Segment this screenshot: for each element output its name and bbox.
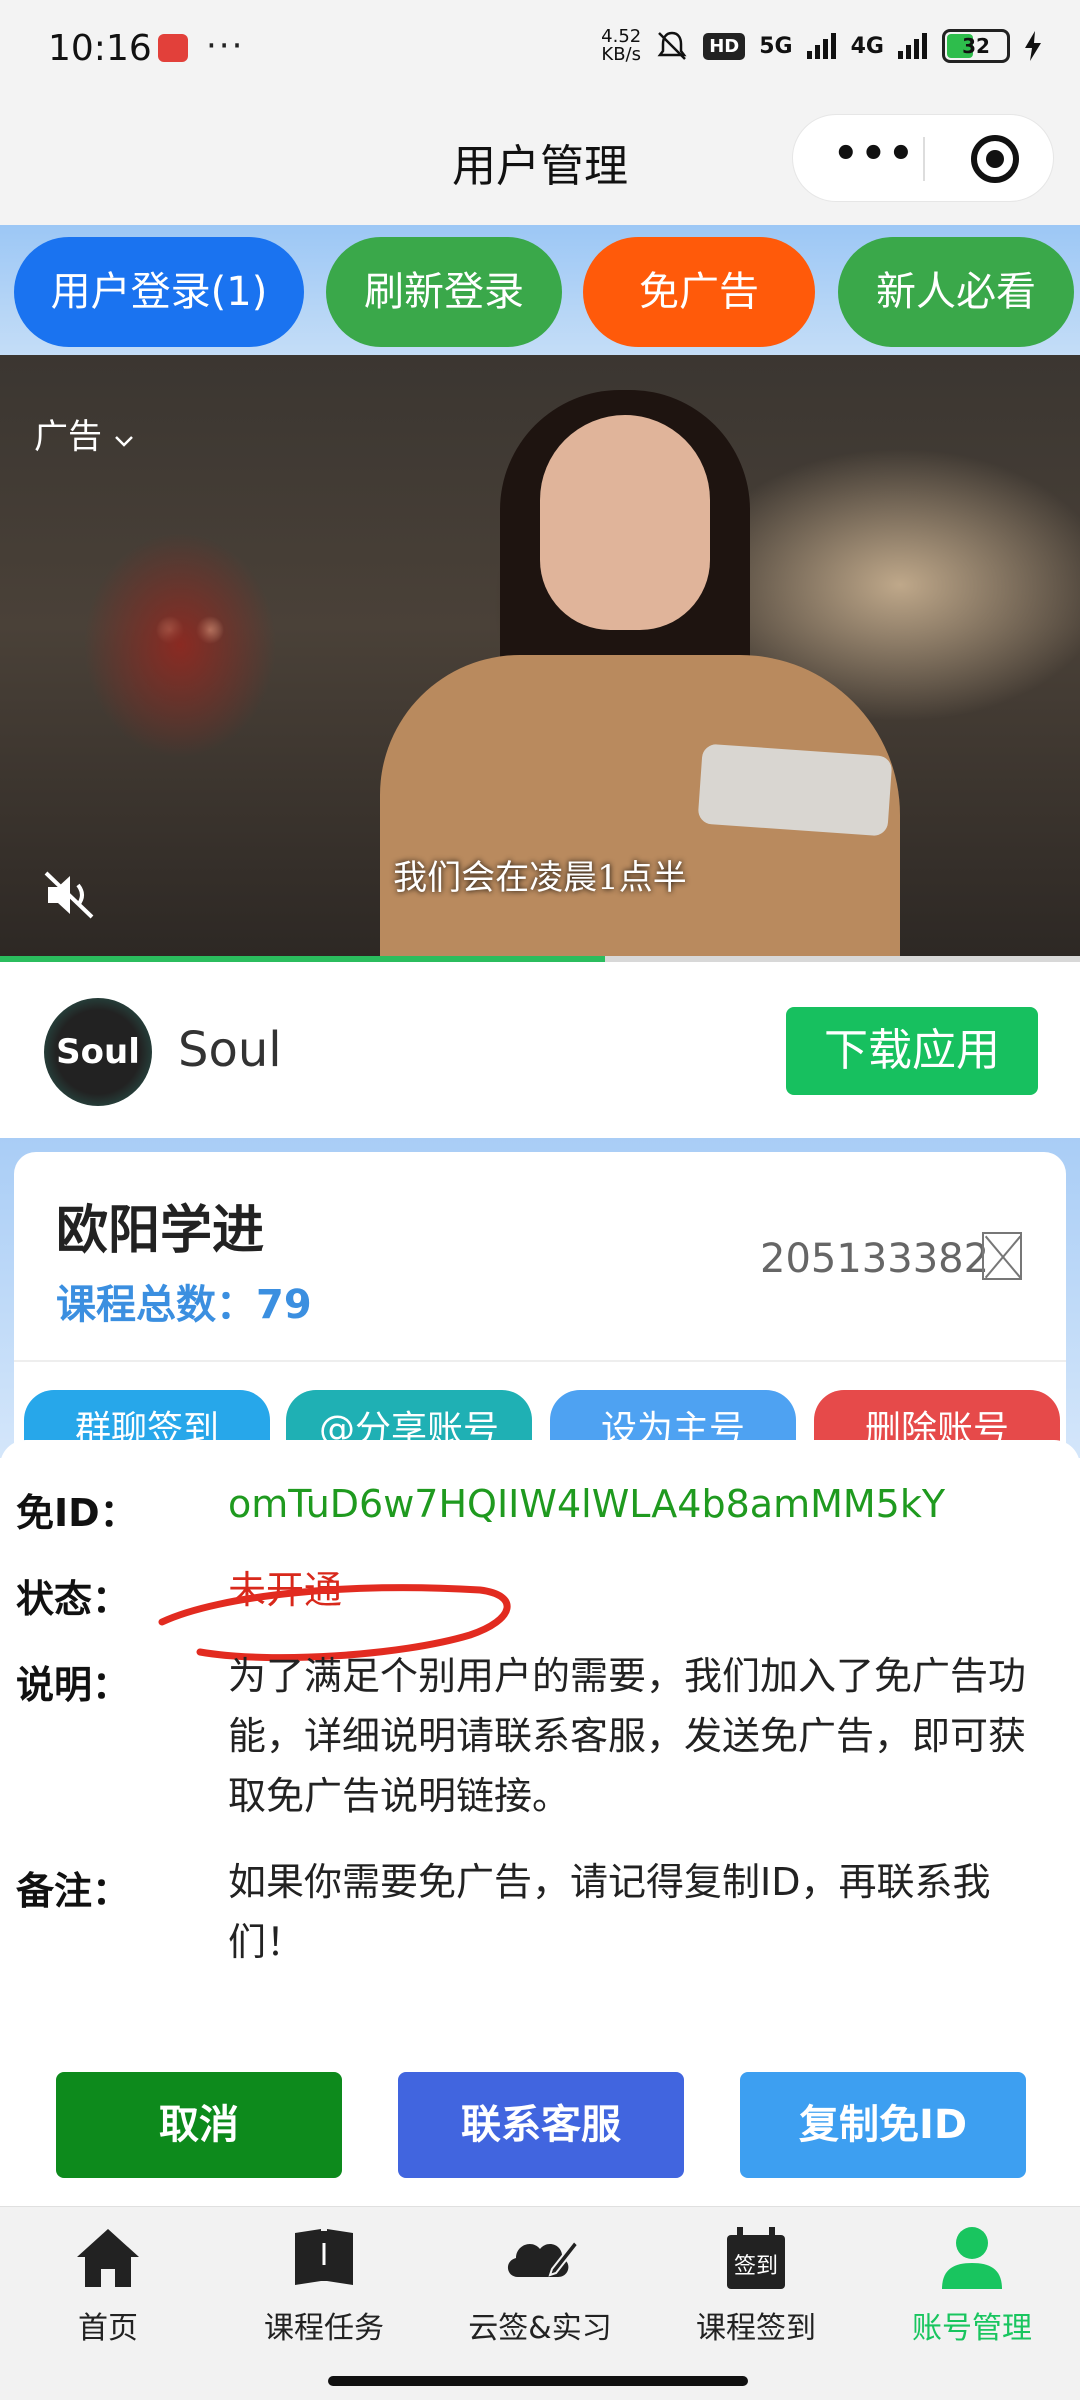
- notification-app-icon: [158, 34, 188, 62]
- status-label: 状态：: [16, 1577, 131, 1621]
- video-figure-face: [540, 415, 710, 630]
- tab-course-checkin[interactable]: 签到 课程签到: [656, 2225, 856, 2347]
- user-id: 205133382: [760, 1236, 990, 1282]
- card-divider: [14, 1360, 1066, 1362]
- ad-label-text: 广告: [34, 417, 102, 457]
- user-login-button[interactable]: 用户登录(1): [14, 237, 304, 347]
- tab-label: 账号管理: [912, 2311, 1032, 2346]
- note-label: 备注：: [16, 1869, 131, 1913]
- free-id-label: 免ID：: [16, 1491, 138, 1535]
- calendar-sign-icon: 签到: [727, 2227, 785, 2289]
- home-indicator[interactable]: [328, 2376, 748, 2386]
- capsule-divider: [923, 137, 925, 181]
- tab-label: 课程任务: [264, 2311, 384, 2346]
- tab-label: 首页: [78, 2311, 138, 2346]
- net-speed-unit: KB/s: [601, 44, 641, 65]
- tab-label: 课程签到: [696, 2311, 816, 2346]
- close-miniapp-icon[interactable]: [971, 135, 1019, 183]
- status-bar: 10:16 ··· 4.52 KB/s HD 5G 4G 32: [0, 0, 1080, 100]
- book-icon: [295, 2229, 353, 2285]
- net-speed: 4.52 KB/s: [601, 28, 641, 64]
- battery-icon: 32: [942, 29, 1010, 63]
- status-time: 10:16: [48, 28, 152, 69]
- signal-5g-icon: 5G: [759, 33, 793, 59]
- note-text: 如果你需要免广告，请记得复制ID，再联系我们！: [228, 1860, 991, 1964]
- course-total-value: 79: [256, 1282, 312, 1328]
- miniapp-capsule: •••: [792, 114, 1054, 202]
- description-text: 为了满足个别用户的需要，我们加入了免广告功能，详细说明请联系客服，发送免广告，即…: [228, 1654, 1027, 1818]
- copy-id-button[interactable]: 复制免ID: [740, 2072, 1026, 2178]
- soul-app-logo: Soul: [44, 998, 152, 1106]
- ad-app-row: Soul Soul 下载应用: [0, 962, 1080, 1138]
- ad-app-name: Soul: [178, 1022, 282, 1078]
- hd-badge: HD: [703, 32, 746, 60]
- download-app-button[interactable]: 下载应用: [786, 1007, 1038, 1095]
- contact-support-button[interactable]: 联系客服: [398, 2072, 684, 2178]
- tab-cloud-sign[interactable]: 云签&实习: [440, 2225, 640, 2347]
- status-indicators: 4.52 KB/s HD 5G 4G 32: [601, 28, 1042, 64]
- user-card: 欧阳学进 课程总数：79 205133382 群聊签到 @分享账号 设为主号 删…: [14, 1152, 1066, 1482]
- more-options-icon[interactable]: •••: [833, 131, 916, 177]
- tab-label: 云签&实习: [468, 2311, 612, 2346]
- no-ads-button[interactable]: 免广告: [583, 237, 815, 347]
- bottom-tab-bar: 首页 课程任务 云签&实习 签到 课程签到 账号管理: [0, 2206, 1080, 2400]
- bell-muted-icon: [657, 31, 687, 60]
- user-name: 欧阳学进: [56, 1201, 265, 1261]
- calendar-sign-text: 签到: [734, 2254, 778, 2279]
- battery-level: 32: [962, 34, 990, 58]
- user-icon: [942, 2227, 1002, 2289]
- chevron-down-icon: [114, 436, 133, 447]
- ad-video[interactable]: 广告 我们会在凌晨1点半: [0, 355, 1080, 957]
- cloud-sign-icon: [507, 2239, 580, 2277]
- tab-home[interactable]: 首页: [8, 2225, 208, 2347]
- newcomer-guide-button[interactable]: 新人必看: [838, 237, 1074, 347]
- checkbox-icon[interactable]: [982, 1232, 1022, 1280]
- top-action-bar: 用户登录(1) 刷新登录 免广告 新人必看: [0, 225, 1080, 355]
- description-label: 说明：: [16, 1663, 131, 1707]
- cancel-button[interactable]: 取消: [56, 2072, 342, 2178]
- signal-bars-icon: [806, 33, 836, 59]
- video-subtitle: 我们会在凌晨1点半: [393, 858, 687, 898]
- signal-4g-icon: 4G: [850, 33, 884, 59]
- status-more-icon: ···: [206, 26, 245, 66]
- title-bar: 用户管理 •••: [0, 100, 1080, 225]
- free-id-value: omTuD6w7HQIIW4lWLA4b8amMM5kY: [228, 1482, 946, 1526]
- tab-course-tasks[interactable]: 课程任务: [224, 2225, 424, 2347]
- video-phone: [697, 743, 893, 837]
- signal-bars-icon: [898, 33, 927, 59]
- tab-account-management[interactable]: 账号管理: [872, 2225, 1072, 2347]
- course-total: 课程总数：79: [56, 1272, 312, 1330]
- course-total-label: 课程总数：: [56, 1282, 256, 1328]
- home-icon: [77, 2229, 139, 2287]
- charging-icon: [1025, 31, 1041, 61]
- mute-icon[interactable]: [42, 867, 98, 923]
- ad-label[interactable]: 广告: [34, 409, 135, 458]
- refresh-login-button[interactable]: 刷新登录: [326, 237, 562, 347]
